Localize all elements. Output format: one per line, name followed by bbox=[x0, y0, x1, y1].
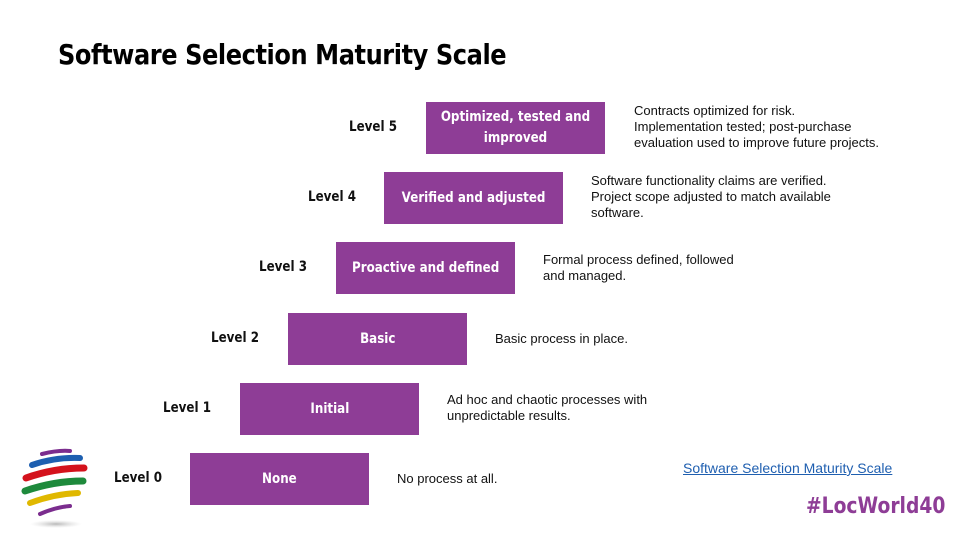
maturity-scale-link[interactable]: Software Selection Maturity Scale bbox=[683, 460, 892, 476]
level-description: Basic process in place. bbox=[495, 331, 628, 346]
level-label: Level 3 bbox=[259, 259, 307, 275]
slide-title: Software Selection Maturity Scale bbox=[58, 38, 507, 71]
level-label: Level 4 bbox=[308, 189, 356, 205]
level-label: Level 5 bbox=[349, 119, 397, 135]
level-name: Verified and adjusted bbox=[401, 189, 546, 206]
level-description: Contracts optimized for risk. Implementa… bbox=[634, 103, 879, 150]
level-box: Optimized, tested and improved bbox=[426, 102, 605, 154]
level-label: Level 1 bbox=[163, 400, 211, 416]
level-label: Level 0 bbox=[114, 470, 162, 486]
level-description: Software functionality claims are verifi… bbox=[591, 173, 831, 220]
level-description: No process at all. bbox=[397, 471, 498, 486]
level-name: None bbox=[262, 470, 297, 487]
level-name: Proactive and defined bbox=[351, 259, 500, 276]
level-box: Basic bbox=[288, 313, 467, 365]
level-label: Level 2 bbox=[211, 330, 259, 346]
striped-globe-logo-icon bbox=[21, 448, 88, 528]
level-description: Ad hoc and chaotic processes with unpred… bbox=[447, 392, 648, 423]
event-hashtag: #LocWorld40 bbox=[806, 494, 946, 519]
level-box: Proactive and defined bbox=[336, 242, 515, 294]
level-name: Basic bbox=[359, 330, 396, 347]
level-box: Verified and adjusted bbox=[384, 172, 563, 224]
level-name: Initial bbox=[310, 400, 349, 417]
level-box: None bbox=[190, 453, 369, 505]
level-box: Initial bbox=[240, 383, 419, 435]
level-name: Optimized, tested and improved bbox=[440, 109, 591, 146]
level-description: Formal process defined, followed and man… bbox=[543, 252, 734, 283]
